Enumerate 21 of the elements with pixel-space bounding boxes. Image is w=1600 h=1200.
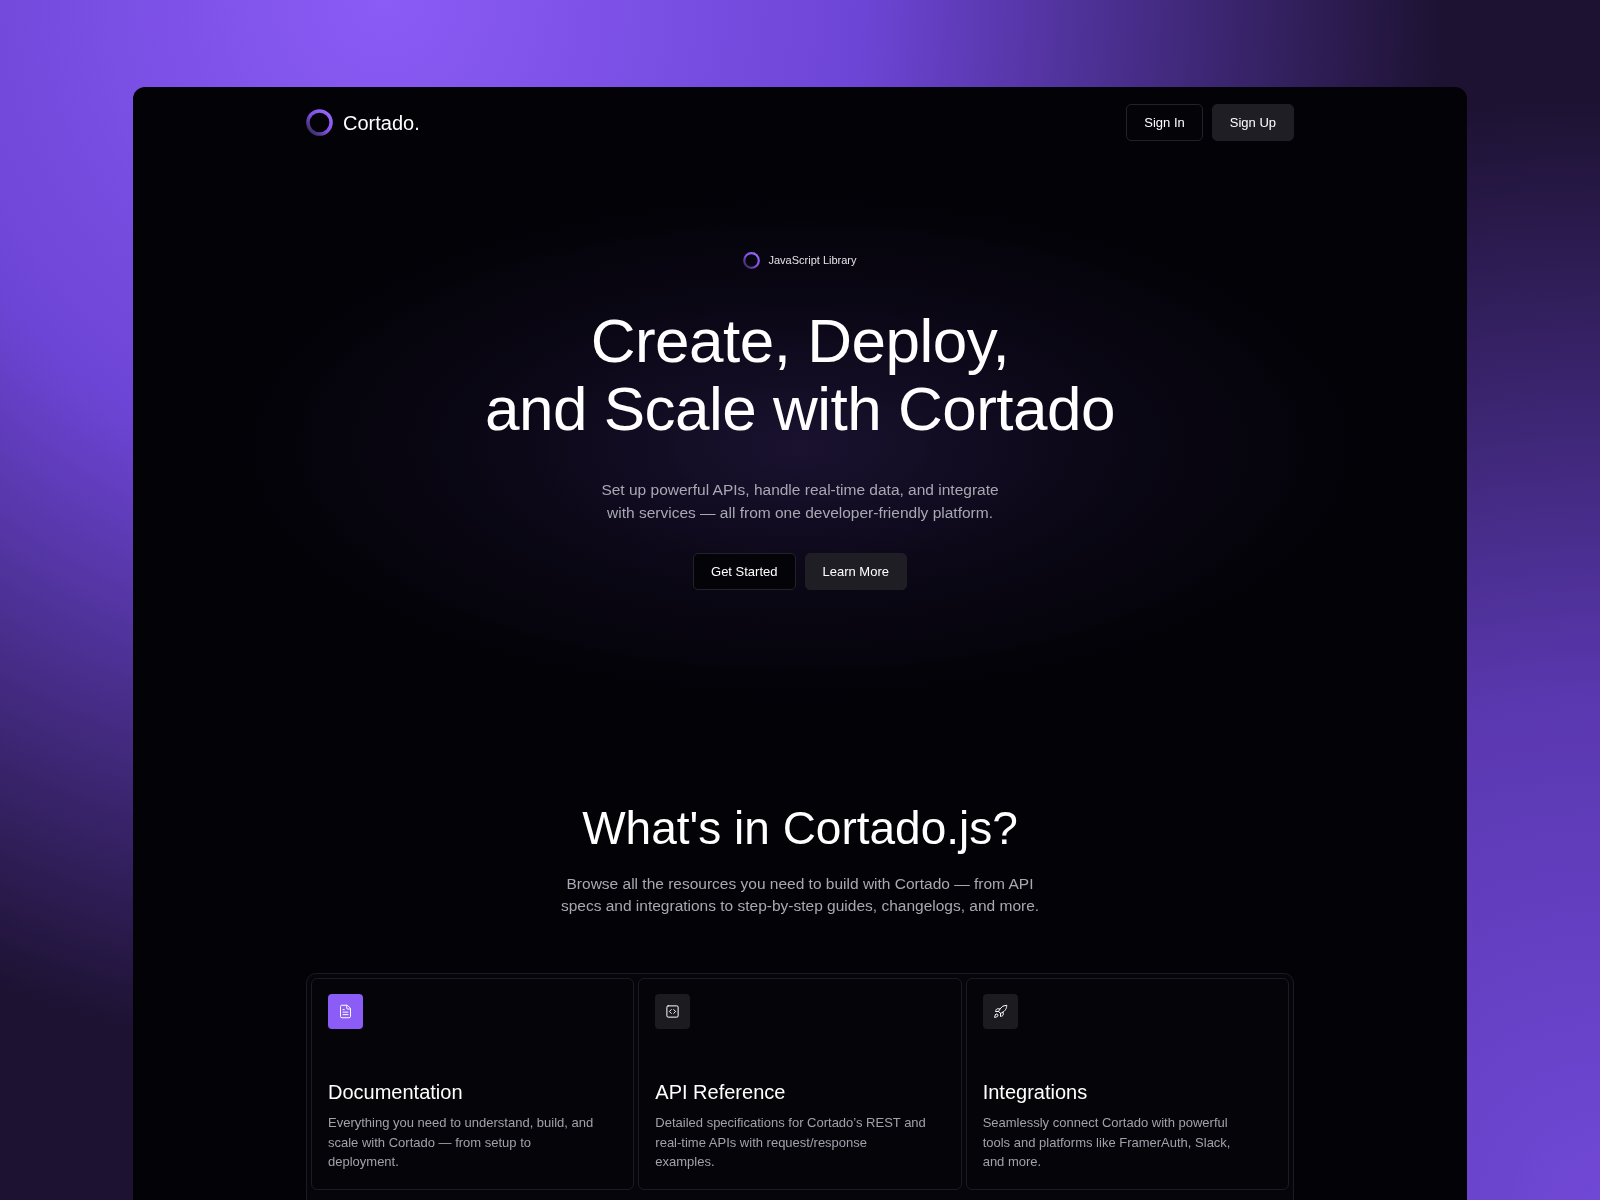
ring-icon [743, 252, 761, 269]
button[interactable]: Sign Up [1211, 104, 1294, 141]
button[interactable]: Get Started [693, 553, 796, 590]
card-title: API Reference [655, 1080, 787, 1105]
hero-subtitle: Set up powerful APIs, handle real-time data, and integrate with services — all from one developer-friendly platform. [601, 480, 999, 523]
feature-card[interactable]: Documentation Everything you need to understand, build, and scale with Cortado — from setup to deployment. [311, 978, 635, 1190]
section-title: What's in Cortado.js? [582, 801, 1018, 856]
card-description: Everything you need to understand, build, and scale with Cortado — from setup to deployment. [328, 1114, 595, 1171]
brand-name: Cortado. [343, 110, 420, 136]
feature-card[interactable]: API Reference Detailed specifications for Cortado’s REST and real-time APIs with request/response examples. [638, 978, 962, 1190]
card-title: Integrations [982, 1080, 1089, 1105]
card-description: Detailed specifications for Cortado’s REST and real-time APIs with request/response examples. [655, 1114, 927, 1171]
hero-title: Create, Deploy, and Scale with Cortado [484, 307, 1115, 443]
button[interactable]: Sign In [1126, 104, 1203, 141]
section-subtitle: Browse all the resources you need to build with Cortado — from API specs and integrations to step-by-step guides, changelogs, and more. [560, 874, 1040, 916]
ring-logo-icon [306, 109, 333, 136]
card-description: Seamlessly connect Cortado with powerful tools and platforms like FramerAuth, Slack, and more. [982, 1114, 1232, 1171]
card-title: Documentation [328, 1080, 464, 1105]
button[interactable]: Learn More [804, 553, 907, 590]
badge-label: JavaScript Library [768, 253, 857, 269]
feature-card[interactable]: Integrations Seamlessly connect Cortado with powerful tools and platforms like FramerAuth, Slack, and more. [965, 978, 1289, 1190]
